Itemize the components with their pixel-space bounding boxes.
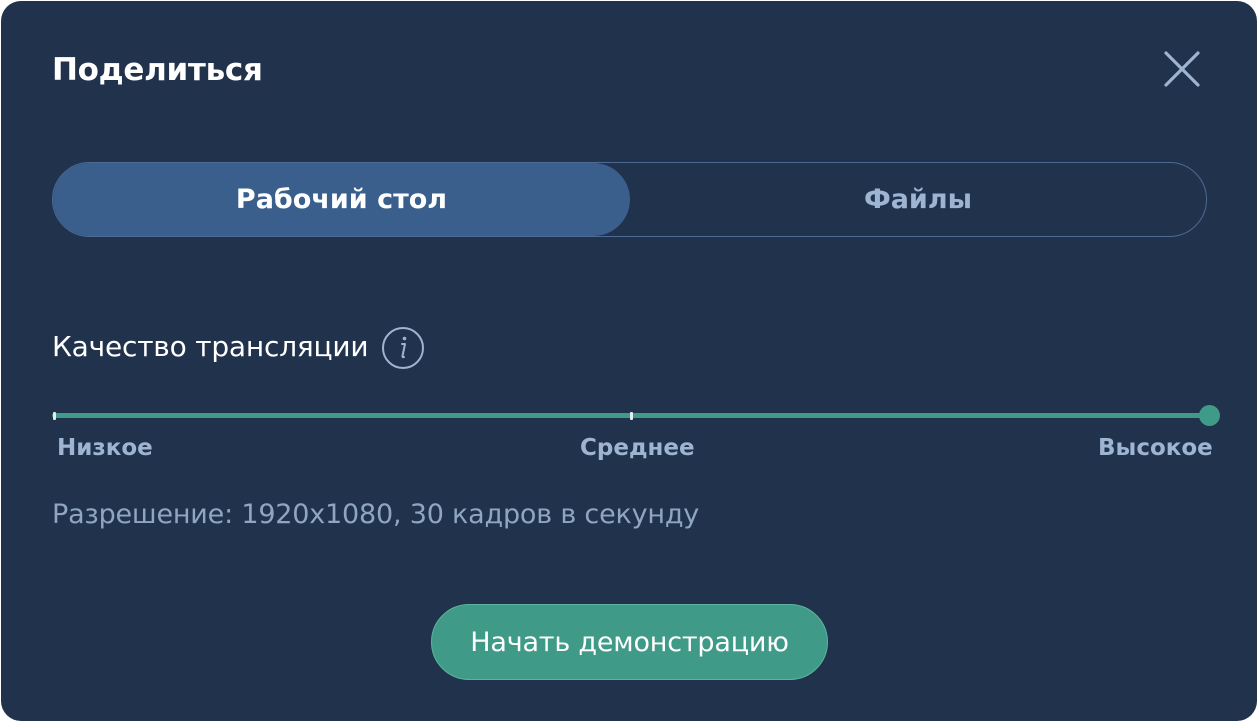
share-dialog: Поделиться Рабочий стол Файлы Качество т… — [1, 1, 1257, 721]
quality-label: Качество трансляции — [52, 330, 369, 363]
slider-thumb[interactable] — [1199, 405, 1220, 426]
quality-level-medium[interactable]: Среднее — [580, 433, 695, 463]
resolution-info: Разрешение: 1920x1080, 30 кадров в секун… — [52, 499, 700, 530]
quality-level-high[interactable]: Высокое — [1098, 433, 1213, 463]
close-button[interactable] — [1161, 49, 1203, 91]
info-icon[interactable] — [381, 326, 425, 370]
tab-desktop[interactable]: Рабочий стол — [53, 163, 630, 236]
tab-files-label: Файлы — [863, 184, 973, 215]
slider-tick-mid — [630, 412, 633, 420]
quality-slider[interactable] — [52, 401, 1222, 431]
start-demo-button[interactable]: Начать демонстрацию — [431, 604, 828, 680]
quality-level-low[interactable]: Низкое — [57, 433, 153, 463]
start-demo-label: Начать демонстрацию — [470, 626, 789, 658]
share-mode-tabs: Рабочий стол Файлы — [52, 162, 1207, 237]
dialog-title: Поделиться — [52, 52, 263, 88]
tab-desktop-label: Рабочий стол — [235, 184, 448, 215]
close-icon — [1164, 51, 1200, 87]
tab-files[interactable]: Файлы — [630, 163, 1206, 236]
slider-tick-low — [53, 412, 56, 420]
